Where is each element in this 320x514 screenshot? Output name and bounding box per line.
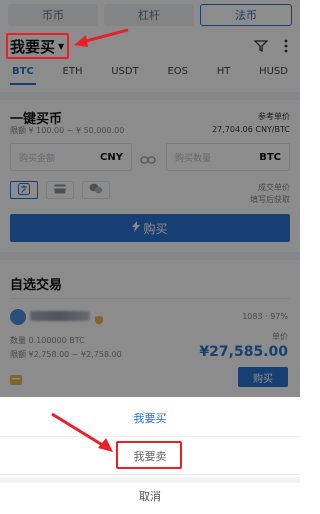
app: 币币 杠杆 法币 我要买 ▼ BTC ETH USDT EOS HT HUSD …: [0, 0, 300, 514]
sheet-option-buy-label: 我要买: [133, 411, 167, 425]
annotation-box-sell: [116, 441, 182, 469]
sheet-cancel-label: 取消: [139, 489, 161, 503]
annotation-box-title: [6, 33, 69, 59]
sheet-option-buy[interactable]: 我要买: [0, 399, 300, 437]
sheet-cancel[interactable]: 取消: [0, 477, 300, 514]
